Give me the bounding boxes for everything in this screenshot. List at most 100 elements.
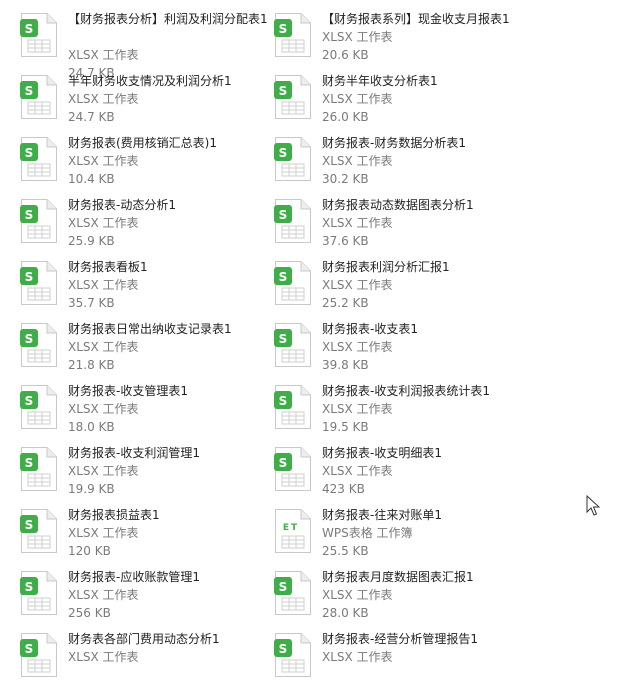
file-item[interactable]: S 财务表各部门费用动态分析1 XLSX 工作表 <box>20 632 270 690</box>
file-item[interactable]: S 财务报表-收支表1 XLSX 工作表 39.8 KB <box>274 322 524 380</box>
xlsx-file-icon: S <box>274 75 311 119</box>
file-size: 25.9 KB <box>68 234 115 248</box>
file-item[interactable]: ET 财务报表-往来对账单1 WPS表格 工作簿 25.5 KB <box>274 508 524 566</box>
svg-text:S: S <box>279 22 288 36</box>
file-type: XLSX 工作表 <box>68 402 139 416</box>
svg-text:S: S <box>279 332 288 346</box>
file-name: 财务报表-收支明细表1 <box>322 446 442 460</box>
file-name: 财务报表损益表1 <box>68 508 160 522</box>
xlsx-file-icon: S <box>20 509 57 553</box>
file-item[interactable]: S 财务报表-收支利润报表统计表1 XLSX 工作表 19.5 KB <box>274 384 524 442</box>
file-size: 35.7 KB <box>68 296 115 310</box>
file-name: 半年财务收支情况及利润分析1 <box>68 74 232 88</box>
file-size: 25.2 KB <box>322 296 369 310</box>
file-item[interactable]: S 半年财务收支情况及利润分析1 XLSX 工作表 24.7 KB <box>20 74 270 132</box>
file-item[interactable]: S 财务报表(费用核销汇总表)1 XLSX 工作表 10.4 KB <box>20 136 270 194</box>
svg-text:S: S <box>279 84 288 98</box>
file-size: 423 KB <box>322 482 365 496</box>
file-name: 财务报表(费用核销汇总表)1 <box>68 136 217 150</box>
svg-text:S: S <box>25 332 34 346</box>
file-name: 财务报表日常出纳收支记录表1 <box>68 322 232 336</box>
mouse-cursor-icon <box>586 495 600 516</box>
wps-sheet-file-icon: ET <box>275 509 311 553</box>
file-size: 37.6 KB <box>322 234 369 248</box>
file-type: XLSX 工作表 <box>68 526 139 540</box>
svg-text:S: S <box>279 270 288 284</box>
file-item[interactable]: S 财务报表-动态分析1 XLSX 工作表 25.9 KB <box>20 198 270 256</box>
svg-text:S: S <box>25 580 34 594</box>
xlsx-file-icon: S <box>20 447 57 491</box>
file-item[interactable]: S 财务报表动态数据图表分析1 XLSX 工作表 37.6 KB <box>274 198 524 256</box>
file-item[interactable]: S 财务报表-收支明细表1 XLSX 工作表 423 KB <box>274 446 524 504</box>
file-name: 财务报表-应收账款管理1 <box>68 570 200 584</box>
file-item[interactable]: S 财务报表日常出纳收支记录表1 XLSX 工作表 21.8 KB <box>20 322 270 380</box>
svg-text:ET: ET <box>283 523 299 533</box>
file-type: XLSX 工作表 <box>322 650 393 664</box>
svg-text:S: S <box>279 394 288 408</box>
svg-text:S: S <box>25 146 34 160</box>
file-size: 26.0 KB <box>322 110 369 124</box>
file-type: XLSX 工作表 <box>322 588 393 602</box>
xlsx-file-icon: S <box>20 199 57 243</box>
svg-text:S: S <box>25 642 34 656</box>
file-name: 【财务报表系列】现金收支月报表1 <box>322 12 510 26</box>
file-type: XLSX 工作表 <box>322 340 393 354</box>
file-name: 财务报表月度数据图表汇报1 <box>322 570 474 584</box>
file-type: XLSX 工作表 <box>68 48 139 62</box>
file-type: XLSX 工作表 <box>68 154 139 168</box>
file-name: 财务报表-收支管理表1 <box>68 384 188 398</box>
file-item[interactable]: S 财务报表利润分析汇报1 XLSX 工作表 25.2 KB <box>274 260 524 318</box>
file-size: 25.5 KB <box>322 544 369 558</box>
xlsx-file-icon: S <box>20 75 57 119</box>
file-item[interactable]: S 财务报表月度数据图表汇报1 XLSX 工作表 28.0 KB <box>274 570 524 628</box>
file-size: 20.6 KB <box>322 48 369 62</box>
file-name: 财务报表利润分析汇报1 <box>322 260 450 274</box>
file-size: 39.8 KB <box>322 358 369 372</box>
file-type: XLSX 工作表 <box>322 154 393 168</box>
svg-text:S: S <box>279 146 288 160</box>
file-size: 18.0 KB <box>68 420 115 434</box>
file-type: XLSX 工作表 <box>68 464 139 478</box>
file-item[interactable]: S 财务报表-经营分析管理报告1 XLSX 工作表 <box>274 632 524 690</box>
file-type: WPS表格 工作簿 <box>322 526 413 540</box>
xlsx-file-icon: S <box>20 13 57 57</box>
file-type: XLSX 工作表 <box>322 92 393 106</box>
svg-text:S: S <box>25 518 34 532</box>
xlsx-file-icon: S <box>20 137 57 181</box>
file-size: 30.2 KB <box>322 172 369 186</box>
file-item[interactable]: S 财务报表-应收账款管理1 XLSX 工作表 256 KB <box>20 570 270 628</box>
file-item[interactable]: S 财务报表损益表1 XLSX 工作表 120 KB <box>20 508 270 566</box>
xlsx-file-icon: S <box>274 571 311 615</box>
file-name: 财务半年收支分析表1 <box>322 74 438 88</box>
file-name: 财务报表-动态分析1 <box>68 198 176 212</box>
svg-text:S: S <box>25 208 34 222</box>
file-item[interactable]: S 财务半年收支分析表1 XLSX 工作表 26.0 KB <box>274 74 524 132</box>
xlsx-file-icon: S <box>274 447 311 491</box>
svg-text:S: S <box>25 84 34 98</box>
file-item[interactable]: S 【财务报表系列】现金收支月报表1 XLSX 工作表 20.6 KB <box>274 12 524 70</box>
file-item[interactable]: S 财务报表-收支管理表1 XLSX 工作表 18.0 KB <box>20 384 270 442</box>
file-size: 24.7 KB <box>68 110 115 124</box>
svg-text:S: S <box>25 394 34 408</box>
xlsx-file-icon: S <box>274 199 311 243</box>
file-name: 财务报表看板1 <box>68 260 148 274</box>
file-size: 19.5 KB <box>322 420 369 434</box>
file-size: 120 KB <box>68 544 111 558</box>
svg-text:S: S <box>25 456 34 470</box>
svg-text:S: S <box>25 270 34 284</box>
file-item[interactable]: S 【财务报表分析】利润及利润分配表1 XLSX 工作表 24.7 KB <box>20 12 270 80</box>
svg-text:S: S <box>279 208 288 222</box>
xlsx-file-icon: S <box>274 13 311 57</box>
file-item[interactable]: S 财务报表-财务数据分析表1 XLSX 工作表 30.2 KB <box>274 136 524 194</box>
file-name: 财务表各部门费用动态分析1 <box>68 632 220 646</box>
file-name: 【财务报表分析】利润及利润分配表1 <box>68 12 268 26</box>
xlsx-file-icon: S <box>20 571 57 615</box>
file-type: XLSX 工作表 <box>322 216 393 230</box>
file-size: 21.8 KB <box>68 358 115 372</box>
file-name: 财务报表-经营分析管理报告1 <box>322 632 478 646</box>
xlsx-file-icon: S <box>20 385 57 429</box>
file-item[interactable]: S 财务报表看板1 XLSX 工作表 35.7 KB <box>20 260 270 318</box>
file-type: XLSX 工作表 <box>68 92 139 106</box>
file-type: XLSX 工作表 <box>322 402 393 416</box>
file-item[interactable]: S 财务报表-收支利润管理1 XLSX 工作表 19.9 KB <box>20 446 270 504</box>
